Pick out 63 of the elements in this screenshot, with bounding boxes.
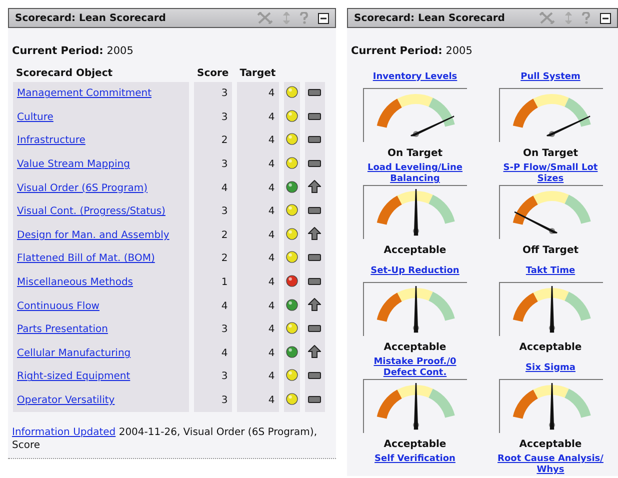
gauge-status: Acceptable <box>519 439 582 451</box>
period-value: 2005 <box>446 45 472 57</box>
measure-link[interactable]: Load Leveling/Line Balancing <box>357 163 473 185</box>
target-cell: 4 <box>236 294 279 318</box>
target-cell: 4 <box>236 365 279 389</box>
target-cell: 4 <box>236 106 279 130</box>
target-cell: 4 <box>236 224 279 248</box>
target-cell: 4 <box>236 152 279 176</box>
measure-link[interactable]: Mistake Proof./0 Defect Cont. <box>357 357 473 379</box>
score-cell: 3 <box>194 365 232 389</box>
score-cell: 4 <box>194 176 232 200</box>
measure-link[interactable]: Pull System <box>520 66 580 88</box>
target-cell: 4 <box>236 318 279 342</box>
measure-link[interactable]: Six Sigma <box>526 357 576 379</box>
column-header: Scorecard Object <box>15 67 114 81</box>
gauge-status: Off Target <box>522 245 578 257</box>
gauge-status: Acceptable <box>384 342 446 354</box>
measure-link[interactable]: Self Verification <box>374 454 456 476</box>
measure-link[interactable]: Takt Time <box>526 260 576 282</box>
period-label: Current Period: <box>12 45 104 57</box>
column-header: Target <box>238 67 277 81</box>
help-icon[interactable] <box>300 12 308 24</box>
measure-link[interactable]: Root Cause Analysis/ Whys <box>492 454 608 476</box>
panel-title: Scorecard: Lean Scorecard <box>15 12 166 24</box>
score-cell: 2 <box>194 247 232 271</box>
measure-link[interactable]: S-P Flow/Small Lot Sizes <box>492 163 608 185</box>
target-cell: 4 <box>236 388 279 412</box>
period-value: 2005 <box>106 45 134 57</box>
score-cell: 3 <box>194 82 232 106</box>
score-cell: 3 <box>194 388 232 412</box>
gauge-status: Acceptable <box>519 342 582 354</box>
target-cell: 4 <box>236 270 279 294</box>
gauge-status: On Target <box>522 148 578 160</box>
gauge-status: Acceptable <box>384 439 446 451</box>
score-cell: 4 <box>194 342 232 366</box>
score-cell: 3 <box>194 318 232 342</box>
target-cell: 4 <box>236 342 279 366</box>
score-cell: 3 <box>194 200 232 224</box>
gauge-status: On Target <box>387 148 443 160</box>
target-cell: 4 <box>236 82 279 106</box>
score-cell: 3 <box>194 152 232 176</box>
minimize-icon[interactable] <box>318 12 329 24</box>
score-cell: 2 <box>194 224 232 248</box>
panel-title: Scorecard: Lean Scorecard <box>354 12 505 24</box>
footer-text: Information Updated 2004-11-26, Visual Order (6S Program), Score <box>12 427 317 452</box>
scorecard-object-link[interactable]: Infrastructure <box>17 135 86 146</box>
scorecard-object-link[interactable]: Culture <box>17 112 54 123</box>
target-cell: 4 <box>236 247 279 271</box>
period-label: Current Period: <box>351 45 442 57</box>
score-cell: 1 <box>194 270 232 294</box>
measure-link[interactable]: Inventory Levels <box>372 66 458 88</box>
minimize-icon[interactable] <box>600 12 611 24</box>
column-header: Score <box>196 67 230 81</box>
target-cell: 4 <box>236 176 279 200</box>
score-cell: 2 <box>194 129 232 153</box>
score-cell: 4 <box>194 294 232 318</box>
help-icon[interactable] <box>582 12 590 24</box>
target-cell: 4 <box>236 200 279 224</box>
measure-link[interactable]: Set-Up Reduction <box>370 260 460 282</box>
information-updated-link[interactable]: Information Updated <box>12 427 116 438</box>
gauge-status: Acceptable <box>384 245 446 257</box>
target-cell: 4 <box>236 129 279 153</box>
score-cell: 3 <box>194 106 232 130</box>
